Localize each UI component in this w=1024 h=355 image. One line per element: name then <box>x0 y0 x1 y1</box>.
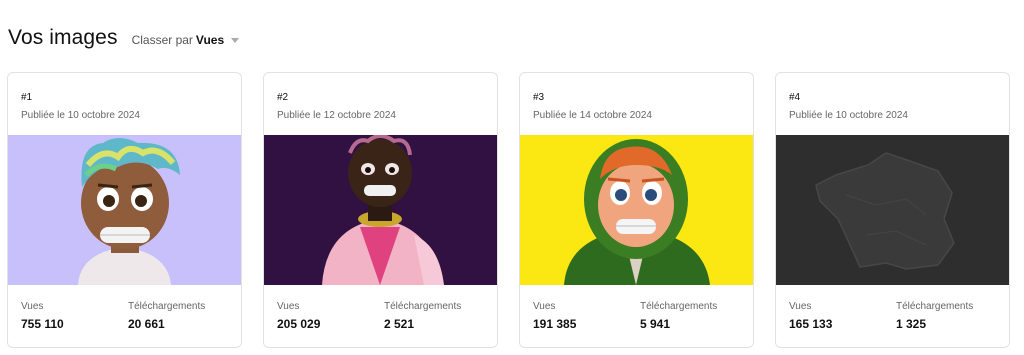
card-thumbnail[interactable] <box>8 135 241 285</box>
downloads-count: 2 521 <box>384 317 415 331</box>
image-card-1[interactable]: #1 Publiée le 10 octobre 2024 Vues 755 1… <box>7 72 242 348</box>
card-rank: #1 <box>21 92 33 103</box>
image-card-2[interactable]: #2 Publiée le 12 octobre 2024 Vues 205 0… <box>263 72 498 348</box>
views-count: 165 133 <box>789 317 833 331</box>
card-rank: #3 <box>533 92 545 103</box>
avatar-image <box>8 135 241 285</box>
views-label: Vues <box>789 301 812 312</box>
avatar-image <box>520 135 753 285</box>
card-thumbnail[interactable] <box>776 135 1009 285</box>
card-date: Publiée le 10 octobre 2024 <box>789 110 908 121</box>
card-rank: #2 <box>277 92 289 103</box>
views-label: Vues <box>533 301 556 312</box>
card-thumbnail[interactable] <box>264 135 497 285</box>
downloads-count: 1 325 <box>896 317 927 331</box>
downloads-stat: Téléchargements 2 521 <box>384 301 461 331</box>
downloads-label: Téléchargements <box>896 301 974 312</box>
card-date: Publiée le 10 octobre 2024 <box>21 110 140 121</box>
views-count: 191 385 <box>533 317 577 331</box>
chevron-down-icon <box>231 37 240 43</box>
downloads-count: 20 661 <box>128 317 165 331</box>
downloads-stat: Téléchargements 20 661 <box>128 301 205 331</box>
sort-dropdown[interactable]: Classer par Vues <box>132 33 240 47</box>
downloads-label: Téléchargements <box>128 301 206 312</box>
map-image <box>776 135 1009 285</box>
views-count: 755 110 <box>21 317 64 331</box>
views-stat: Vues 165 133 <box>789 301 832 331</box>
sort-label: Classer par <box>131 33 193 47</box>
views-stat: Vues 755 110 <box>21 301 64 331</box>
downloads-stat: Téléchargements 5 941 <box>640 301 717 331</box>
views-stat: Vues 191 385 <box>533 301 576 331</box>
image-card-4[interactable]: #4 Publiée le 10 octobre 2024 Vues 165 1… <box>775 72 1010 348</box>
page-title: Vos images <box>8 26 118 49</box>
downloads-count: 5 941 <box>640 317 671 331</box>
card-date: Publiée le 14 octobre 2024 <box>533 110 652 121</box>
views-count: 205 029 <box>277 317 321 331</box>
downloads-label: Téléchargements <box>640 301 718 312</box>
downloads-stat: Téléchargements 1 325 <box>896 301 973 331</box>
sort-value: Vues <box>195 33 225 47</box>
views-label: Vues <box>277 301 300 312</box>
downloads-label: Téléchargements <box>384 301 462 312</box>
page-header: Vos images Classer par Vues <box>8 26 240 50</box>
card-date: Publiée le 12 octobre 2024 <box>277 110 396 121</box>
avatar-image <box>264 135 497 285</box>
views-label: Vues <box>21 301 44 312</box>
card-rank: #4 <box>789 92 801 103</box>
card-thumbnail[interactable] <box>520 135 753 285</box>
views-stat: Vues 205 029 <box>277 301 320 331</box>
image-card-3[interactable]: #3 Publiée le 14 octobre 2024 Vues 191 3… <box>519 72 754 348</box>
